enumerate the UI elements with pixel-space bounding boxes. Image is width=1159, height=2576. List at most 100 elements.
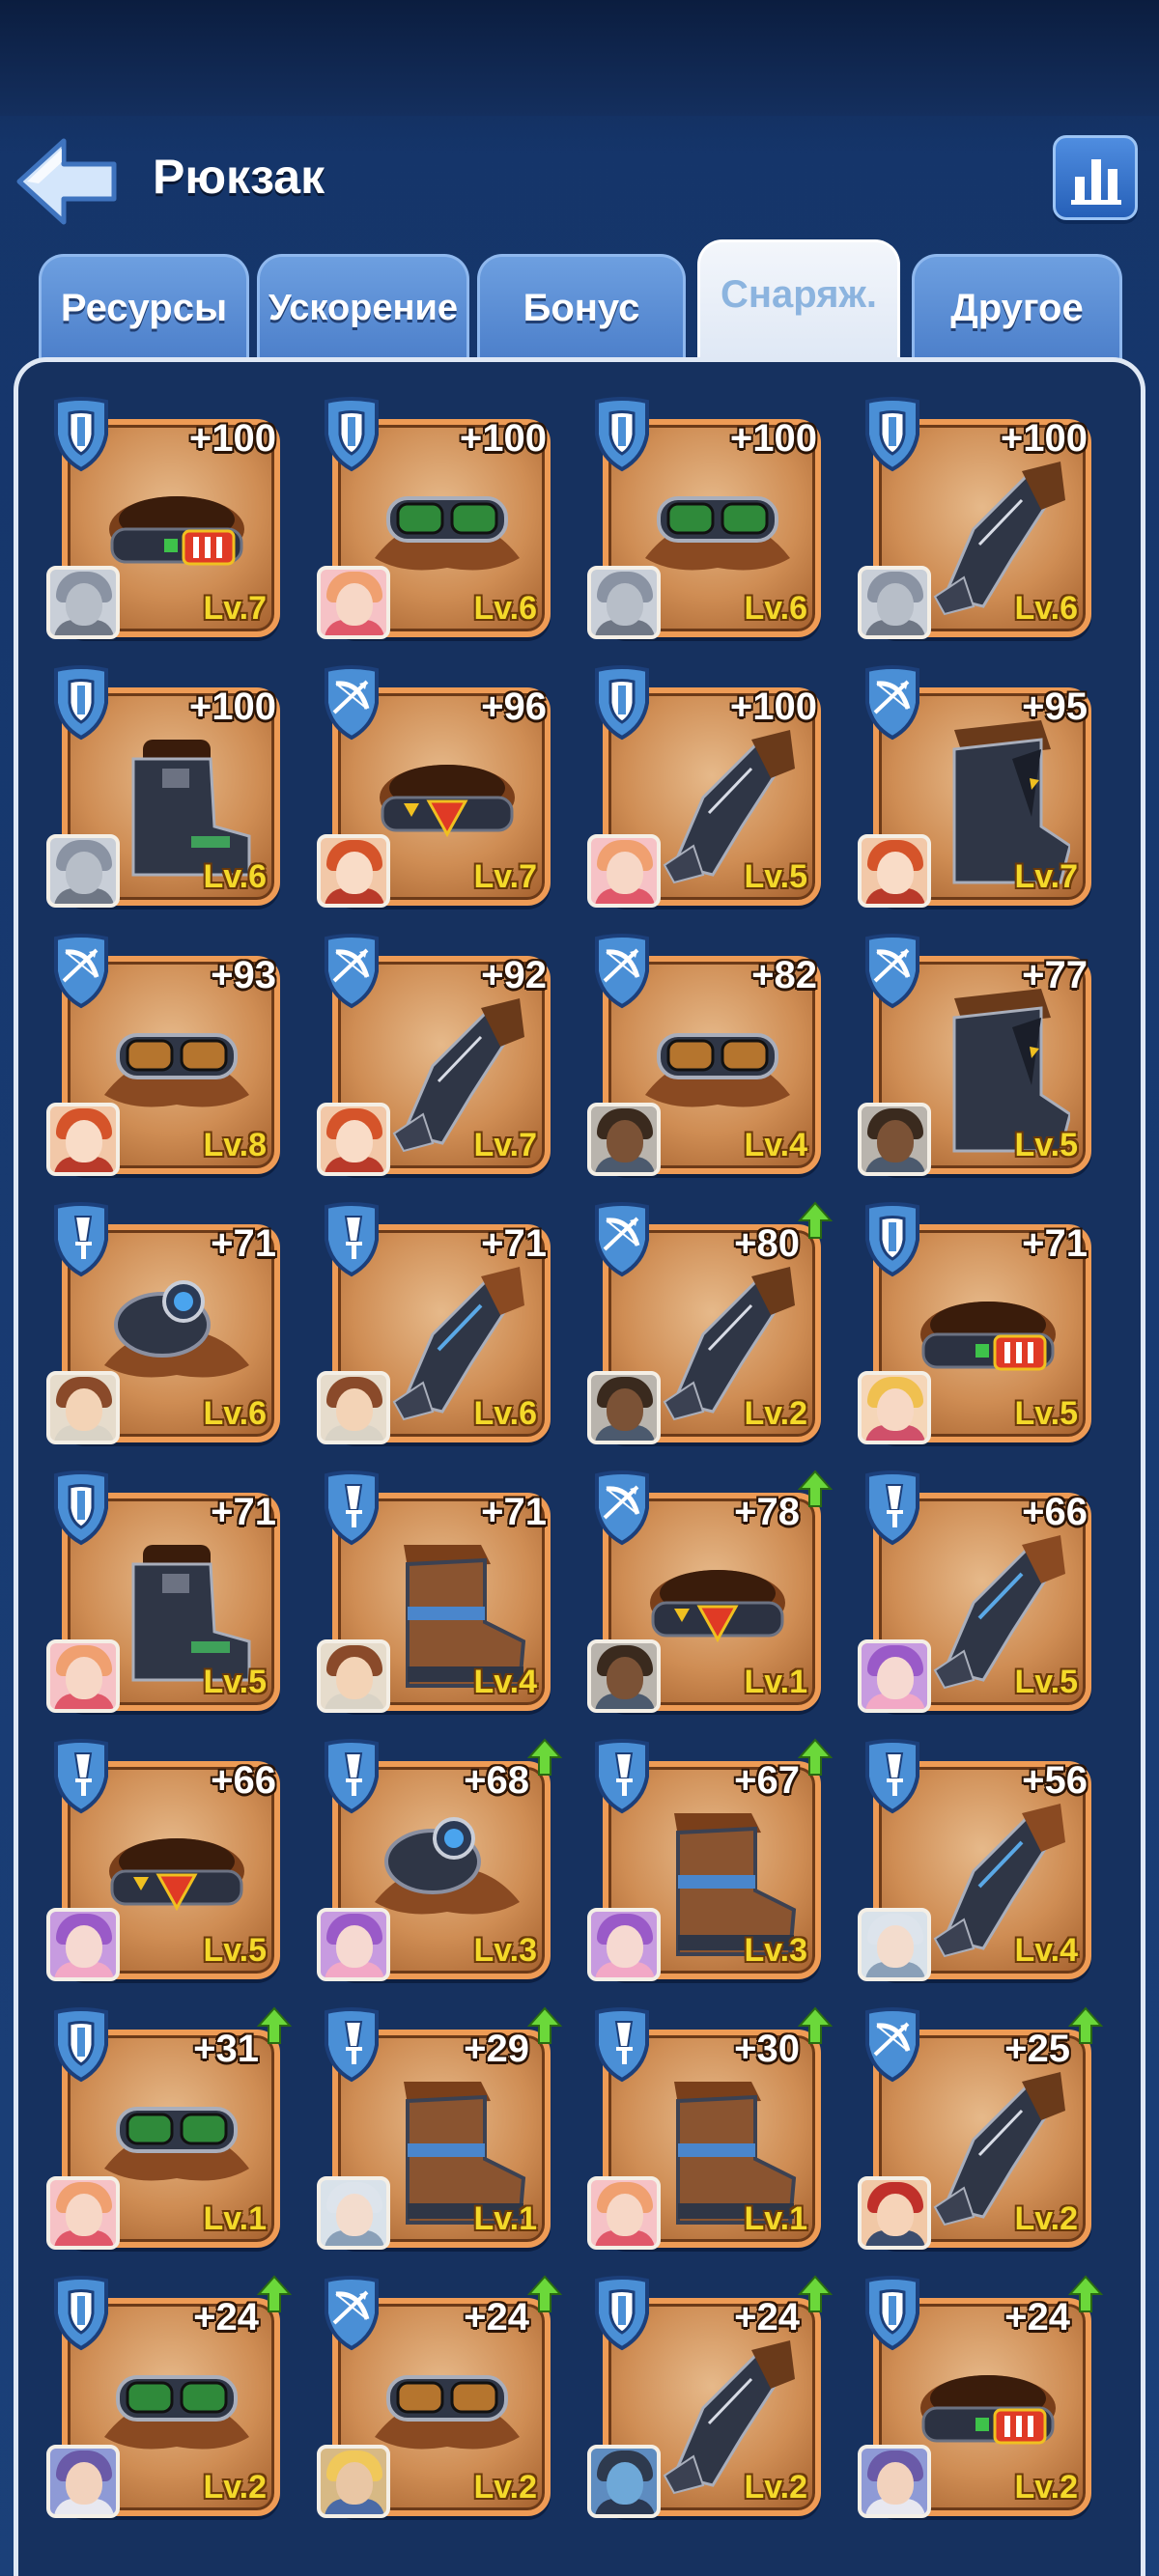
equipment-item[interactable]: +100 Lv.6 bbox=[46, 664, 288, 908]
level-label: Lv.7 bbox=[473, 1127, 537, 1163]
hero-avatar bbox=[858, 1103, 931, 1176]
power-value: +100 bbox=[1000, 417, 1088, 460]
level-label: Lv.5 bbox=[1014, 1664, 1078, 1700]
hero-avatar bbox=[46, 2445, 120, 2518]
shield-class-icon bbox=[317, 396, 386, 473]
equipment-item[interactable]: +71 Lv.5 bbox=[858, 1201, 1099, 1444]
equipment-item[interactable]: +71 Lv.6 bbox=[46, 1201, 288, 1444]
bow-class-icon bbox=[858, 933, 927, 1010]
hero-avatar bbox=[587, 834, 661, 908]
equipment-item[interactable]: +24 Lv.2 bbox=[858, 2275, 1104, 2518]
hero-avatar bbox=[587, 1371, 661, 1444]
hero-avatar bbox=[317, 1908, 390, 1981]
power-value: +68 bbox=[464, 1759, 529, 1802]
equipment-item[interactable]: +77 Lv.5 bbox=[858, 933, 1099, 1176]
tab-speedups[interactable]: Ускорение bbox=[257, 254, 469, 360]
level-label: Lv.6 bbox=[744, 590, 807, 627]
level-label: Lv.3 bbox=[744, 1932, 807, 1969]
equipment-item[interactable]: +82 Lv.4 bbox=[587, 933, 829, 1176]
equipment-item[interactable]: +24 Lv.2 bbox=[317, 2275, 563, 2518]
equipment-item[interactable]: +29 Lv.1 bbox=[317, 2006, 563, 2250]
power-value: +100 bbox=[729, 417, 817, 460]
tab-equipment[interactable]: Снаряж. bbox=[697, 239, 900, 360]
tab-resources[interactable]: Ресурсы bbox=[39, 254, 249, 360]
equipment-item[interactable]: +92 Lv.7 bbox=[317, 933, 558, 1176]
level-label: Lv.2 bbox=[744, 1395, 807, 1432]
tab-other[interactable]: Другое bbox=[912, 254, 1122, 360]
equipment-item[interactable]: +67 Lv.3 bbox=[587, 1738, 834, 1981]
hero-avatar bbox=[858, 1908, 931, 1981]
shield-class-icon bbox=[46, 2006, 116, 2084]
level-label: Lv.1 bbox=[473, 2200, 537, 2237]
status-bar-area bbox=[0, 0, 1159, 116]
power-value: +95 bbox=[1022, 686, 1088, 728]
upgrade-arrow-icon bbox=[526, 2006, 563, 2045]
equipment-item[interactable]: +68 Lv.3 bbox=[317, 1738, 563, 1981]
equipment-item[interactable]: +100 Lv.6 bbox=[317, 396, 558, 639]
tab-bonus[interactable]: Бонус bbox=[477, 254, 686, 360]
shield-class-icon bbox=[587, 2275, 657, 2352]
page-title: Рюкзак bbox=[153, 150, 325, 204]
category-tabs: Ресурсы Ускорение Бонус Снаряж. Другое bbox=[29, 239, 1130, 360]
bow-class-icon bbox=[587, 1201, 657, 1278]
equipment-item[interactable]: +96 Lv.7 bbox=[317, 664, 558, 908]
level-label: Lv.7 bbox=[1014, 858, 1078, 895]
level-label: Lv.5 bbox=[203, 1932, 267, 1969]
level-label: Lv.2 bbox=[1014, 2469, 1078, 2506]
hero-avatar bbox=[317, 2176, 390, 2250]
upgrade-arrow-icon bbox=[797, 1201, 834, 1240]
sword-class-icon bbox=[587, 1738, 657, 1815]
level-label: Lv.7 bbox=[203, 590, 267, 627]
stats-button[interactable] bbox=[1053, 135, 1138, 220]
sword-class-icon bbox=[46, 1201, 116, 1278]
power-value: +56 bbox=[1022, 1759, 1088, 1802]
upgrade-arrow-icon bbox=[797, 1738, 834, 1777]
equipment-item[interactable]: +100 Lv.6 bbox=[587, 396, 829, 639]
header: Рюкзак bbox=[0, 116, 1159, 241]
back-arrow-icon bbox=[16, 138, 117, 225]
equipment-item[interactable]: +100 Lv.6 bbox=[858, 396, 1099, 639]
equipment-item[interactable]: +24 Lv.2 bbox=[587, 2275, 834, 2518]
power-value: +24 bbox=[464, 2296, 529, 2338]
level-label: Lv.5 bbox=[744, 858, 807, 895]
equipment-item[interactable]: +24 Lv.2 bbox=[46, 2275, 293, 2518]
upgrade-arrow-icon bbox=[1067, 2006, 1104, 2045]
power-value: +92 bbox=[481, 954, 547, 996]
shield-class-icon bbox=[858, 2275, 927, 2352]
shield-class-icon bbox=[46, 1470, 116, 1547]
level-label: Lv.3 bbox=[473, 1932, 537, 1969]
back-button[interactable] bbox=[14, 133, 122, 230]
equipment-item[interactable]: +80 Lv.2 bbox=[587, 1201, 834, 1444]
power-value: +67 bbox=[734, 1759, 800, 1802]
equipment-item[interactable]: +93 Lv.8 bbox=[46, 933, 288, 1176]
equipment-item[interactable]: +30 Lv.1 bbox=[587, 2006, 834, 2250]
equipment-item[interactable]: +100 Lv.7 bbox=[46, 396, 288, 639]
equipment-item[interactable]: +71 Lv.5 bbox=[46, 1470, 288, 1713]
level-label: Lv.1 bbox=[744, 2200, 807, 2237]
hero-avatar bbox=[587, 1103, 661, 1176]
upgrade-arrow-icon bbox=[256, 2006, 293, 2045]
equipment-item[interactable]: +66 Lv.5 bbox=[858, 1470, 1099, 1713]
sword-class-icon bbox=[317, 2006, 386, 2084]
level-label: Lv.1 bbox=[744, 1664, 807, 1700]
bow-class-icon bbox=[587, 933, 657, 1010]
hero-avatar bbox=[858, 2445, 931, 2518]
equipment-item[interactable]: +31 Lv.1 bbox=[46, 2006, 293, 2250]
hero-avatar bbox=[587, 1908, 661, 1981]
hero-avatar bbox=[858, 2176, 931, 2250]
equipment-item[interactable]: +78 Lv.1 bbox=[587, 1470, 834, 1713]
bow-class-icon bbox=[587, 1470, 657, 1547]
hero-avatar bbox=[587, 1639, 661, 1713]
power-value: +71 bbox=[1022, 1222, 1088, 1265]
equipment-item[interactable]: +25 Lv.2 bbox=[858, 2006, 1104, 2250]
level-label: Lv.7 bbox=[473, 858, 537, 895]
equipment-item[interactable]: +56 Lv.4 bbox=[858, 1738, 1099, 1981]
equipment-item[interactable]: +71 Lv.6 bbox=[317, 1201, 558, 1444]
level-label: Lv.5 bbox=[1014, 1395, 1078, 1432]
hero-avatar bbox=[587, 2445, 661, 2518]
equipment-item[interactable]: +66 Lv.5 bbox=[46, 1738, 288, 1981]
equipment-item[interactable]: +95 Lv.7 bbox=[858, 664, 1099, 908]
equipment-item[interactable]: +100 Lv.5 bbox=[587, 664, 829, 908]
hero-avatar bbox=[317, 566, 390, 639]
equipment-item[interactable]: +71 Lv.4 bbox=[317, 1470, 558, 1713]
